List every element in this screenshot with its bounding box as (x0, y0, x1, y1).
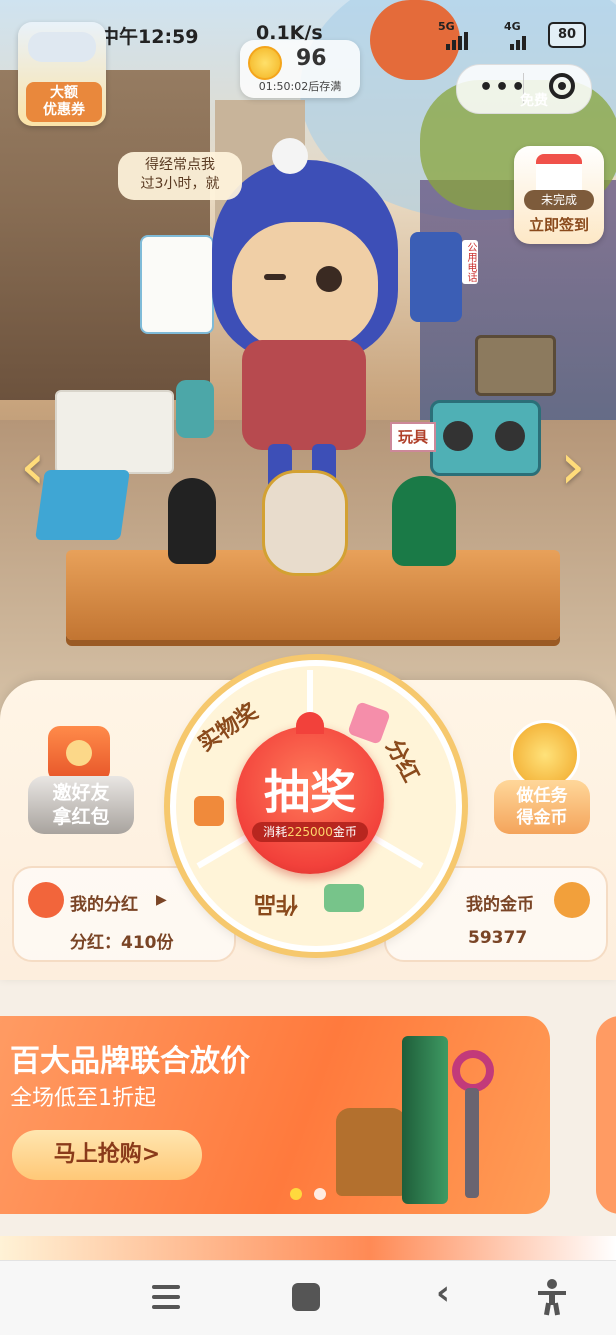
red-packet-icon (48, 726, 110, 782)
checkin-action: 立即签到 (528, 216, 589, 234)
signal-icon-1 (446, 28, 470, 50)
coin-pill[interactable]: 96 01:50:02后存满 (240, 40, 360, 98)
draw-cost: 消耗225000金币 (252, 822, 368, 842)
character-jacket (242, 340, 366, 450)
speaker-left (443, 421, 473, 451)
home-icon[interactable] (292, 1283, 320, 1311)
carousel-dot[interactable] (314, 1188, 326, 1200)
dividend-icon (28, 882, 64, 918)
radio-prop (430, 400, 541, 476)
lamer-bottle-product (402, 1036, 448, 1204)
free-promo-text: 免费 (520, 93, 548, 109)
do-task-label: 做任务 得金币 (494, 780, 590, 834)
my-dividend-value: 分红：410份 (70, 933, 174, 953)
hairdryer-head-product (452, 1050, 494, 1092)
do-task-button[interactable]: 做任务 得金币 (492, 720, 592, 838)
back-icon[interactable]: ‹ (436, 1273, 450, 1313)
toys-sign: 玩具 (390, 422, 436, 452)
arcade-prop (35, 470, 130, 540)
figure-cat (168, 478, 216, 564)
figure-monkey-king (262, 470, 348, 576)
promo-banner[interactable]: 百大品牌联合放价 全场低至1折起 马上抢购> (0, 1016, 550, 1214)
coupon-label: 大额 优惠券 (26, 82, 102, 122)
hairdryer-handle-product (465, 1088, 479, 1198)
wink-eye (264, 274, 286, 280)
coin-timer: 01:50:02后存满 (258, 80, 342, 93)
battery-icon: 80 (548, 22, 586, 48)
gift-icon (194, 796, 224, 826)
tv-prop (475, 335, 556, 396)
my-coins-value: 59377 (468, 928, 528, 948)
sneaker-icon (28, 32, 96, 62)
invite-friend-label: 邀好友 拿红包 (28, 776, 134, 834)
coupon-badge[interactable]: 大额 优惠券 (18, 22, 106, 126)
wheel-seg-works: 作品 (254, 891, 299, 916)
smiley-coin-icon (248, 46, 282, 80)
coin-count: 96 (296, 46, 327, 71)
checkin-status: 未完成 (524, 190, 594, 210)
hood-pompom (272, 138, 308, 174)
figure-calabash-boy (392, 476, 456, 566)
checkin-button[interactable]: 未完成 立即签到 (514, 146, 604, 244)
banner-title: 百大品牌联合放价 (10, 1044, 250, 1079)
clock-text: 中午12:59 (100, 26, 199, 48)
lottery-wheel[interactable]: 实物奖 分红 作品 抽奖 消耗225000金币 (170, 660, 462, 952)
dividend-play-icon: ▶ (156, 892, 167, 908)
signal-icon-2 (510, 28, 528, 50)
boots-product (336, 1108, 406, 1196)
open-eye (316, 266, 342, 292)
draw-title: 抽奖 (264, 765, 356, 819)
shirt-prop (140, 235, 214, 334)
coins-icon (554, 882, 590, 918)
invite-friend-button[interactable]: 邀好友 拿红包 (28, 726, 134, 838)
pointer-icon (296, 712, 324, 734)
next-banner-peek (596, 1016, 616, 1214)
system-nav-bar: ‹ (0, 1260, 616, 1335)
recent-apps-icon[interactable] (152, 1285, 180, 1309)
payphone-sign: 公用电话 (462, 240, 478, 284)
accessibility-icon[interactable] (538, 1279, 566, 1316)
painting-icon (324, 884, 364, 912)
carousel-dot-active[interactable] (290, 1188, 302, 1200)
buy-now-button[interactable]: 马上抢购> (12, 1130, 202, 1180)
scene-next-arrow[interactable]: › (560, 430, 586, 504)
my-coins-title: 我的金币 (466, 895, 534, 915)
character-face (232, 222, 378, 350)
payphone-prop (410, 232, 462, 322)
thermos-prop (176, 380, 214, 438)
speech-bubble: 得经常点我 过3小时，就 (118, 152, 242, 200)
draw-button[interactable]: 抽奖 消耗225000金币 (236, 712, 384, 874)
scene-prev-arrow[interactable]: ‹ (20, 430, 46, 504)
my-dividend-title: 我的分红 (70, 895, 138, 915)
speaker-right (495, 421, 525, 451)
banner-subtitle: 全场低至1折起 (10, 1086, 156, 1111)
freezer-prop (55, 390, 174, 474)
